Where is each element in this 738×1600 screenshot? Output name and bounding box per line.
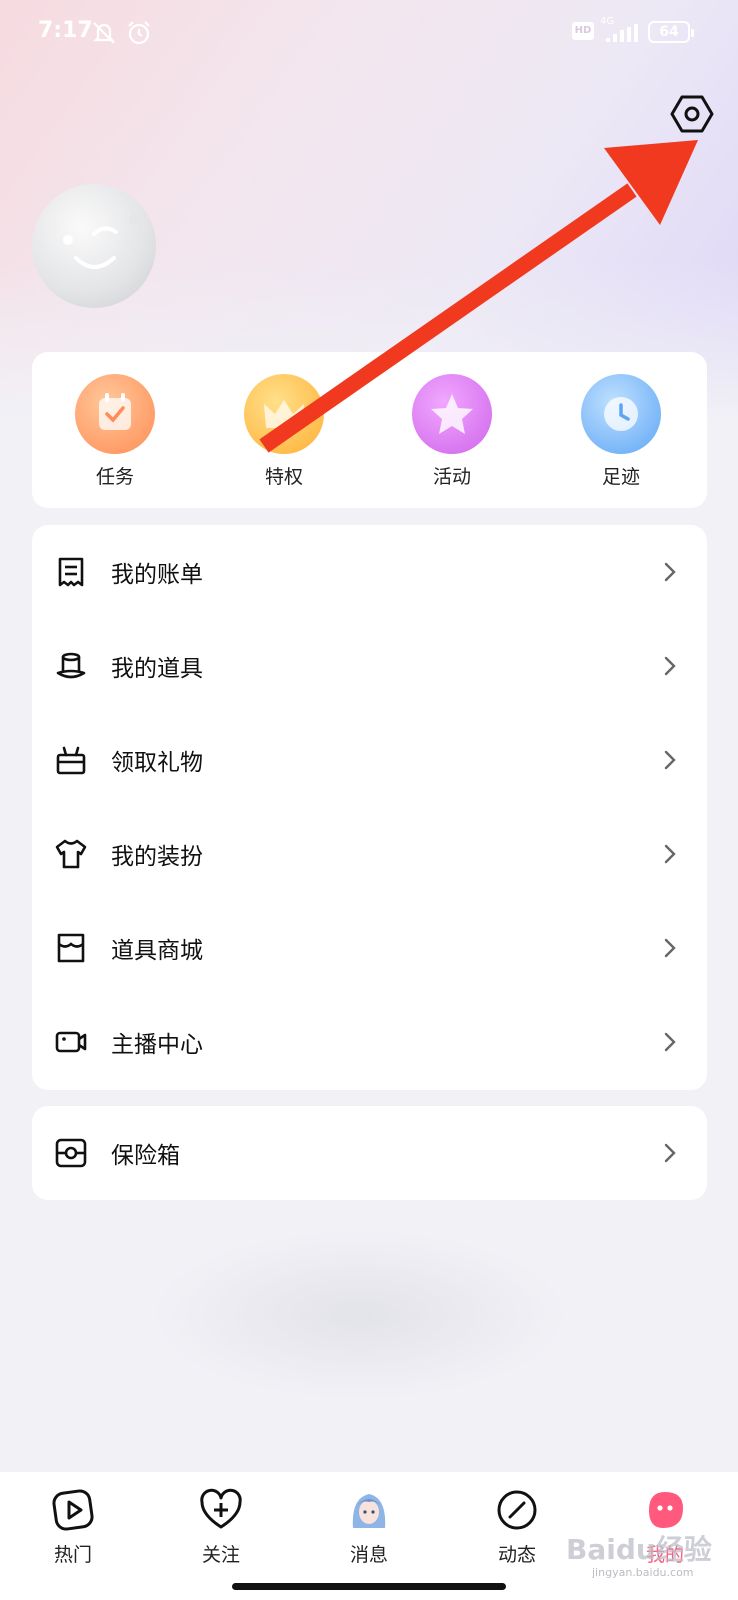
menu-item-store[interactable]: 道具商城 [32, 901, 707, 995]
tab-label: 关注 [201, 1544, 240, 1566]
tab-messages[interactable]: 消息 [314, 1488, 424, 1567]
gift-icon [56, 746, 86, 775]
anime-avatar-icon [352, 1494, 386, 1528]
safe-card: 保险箱 [32, 1106, 707, 1200]
hat-icon [56, 652, 86, 679]
menu-item-outfits[interactable]: 我的装扮 [32, 807, 707, 901]
shirt-icon [55, 839, 87, 869]
menu-item-label: 领取礼物 [111, 750, 203, 776]
home-indicator[interactable] [232, 1583, 506, 1590]
quick-action-tasks[interactable]: 任务 [55, 374, 175, 489]
calendar-check-icon [75, 374, 155, 454]
signal-icon [606, 24, 638, 42]
safe-icon [55, 1138, 87, 1168]
menu-card: 我的账单 我的道具 领取礼物 我的装扮 道具商城 主播中心 [32, 525, 707, 1090]
chevron-right-icon [664, 750, 676, 770]
winking-face-icon [63, 213, 140, 269]
decorative-shadow [150, 1230, 570, 1400]
quick-action-label: 活动 [432, 466, 471, 488]
store-icon [57, 933, 85, 963]
chevron-right-icon [664, 656, 676, 676]
battery-indicator: 64 [648, 21, 694, 43]
menu-item-gifts[interactable]: 领取礼物 [32, 713, 707, 807]
quick-action-label: 足迹 [601, 466, 640, 488]
video-camera-icon [55, 1031, 87, 1053]
tab-label: 动态 [497, 1544, 536, 1566]
menu-item-props[interactable]: 我的道具 [32, 619, 707, 713]
watermark-url: jingyan.baidu.com [592, 1566, 694, 1579]
quick-actions-card: 任务 特权 活动 足迹 [32, 352, 707, 508]
status-time: 7:17 [38, 18, 93, 43]
alarm-icon [128, 21, 150, 45]
clock-icon [581, 374, 661, 454]
tab-follow[interactable]: 关注 [166, 1488, 276, 1567]
hd-badge: HD [572, 22, 594, 40]
tab-label: 消息 [349, 1544, 388, 1566]
chevron-right-icon [664, 1143, 676, 1163]
menu-item-label: 我的装扮 [111, 844, 203, 870]
quick-action-activities[interactable]: 活动 [392, 374, 512, 489]
slash-circle-icon [497, 1490, 537, 1530]
menu-item-label: 保险箱 [111, 1143, 180, 1169]
bill-icon [58, 557, 84, 587]
quick-action-privileges[interactable]: 特权 [224, 374, 344, 489]
quick-action-label: 特权 [264, 466, 303, 488]
menu-item-streamer-center[interactable]: 主播中心 [32, 995, 707, 1089]
quick-action-label: 任务 [95, 466, 134, 488]
crown-icon [244, 374, 324, 454]
menu-item-safe[interactable]: 保险箱 [32, 1106, 707, 1200]
watermark: Baidu经验 [566, 1533, 712, 1566]
chevron-right-icon [664, 562, 676, 582]
tab-moments[interactable]: 动态 [462, 1488, 572, 1567]
menu-item-label: 主播中心 [111, 1032, 203, 1058]
settings-icon[interactable] [670, 92, 714, 136]
quick-action-footprints[interactable]: 足迹 [561, 374, 681, 489]
menu-item-label: 我的道具 [111, 656, 203, 682]
chevron-right-icon [664, 844, 676, 864]
pink-blob-icon [649, 1492, 683, 1528]
status-bar: 7:17 HD 4G 64 [0, 0, 738, 64]
heart-plus-icon [200, 1488, 242, 1529]
menu-item-bills[interactable]: 我的账单 [32, 525, 707, 619]
tab-hot[interactable]: 热门 [18, 1488, 128, 1567]
mute-icon [93, 22, 115, 44]
play-icon [52, 1489, 94, 1531]
avatar[interactable] [32, 184, 156, 308]
menu-item-label: 我的账单 [111, 562, 203, 588]
chevron-right-icon [664, 938, 676, 958]
menu-item-label: 道具商城 [111, 938, 203, 964]
tab-label: 热门 [53, 1544, 92, 1566]
chevron-right-icon [664, 1032, 676, 1052]
star-icon [412, 374, 492, 454]
